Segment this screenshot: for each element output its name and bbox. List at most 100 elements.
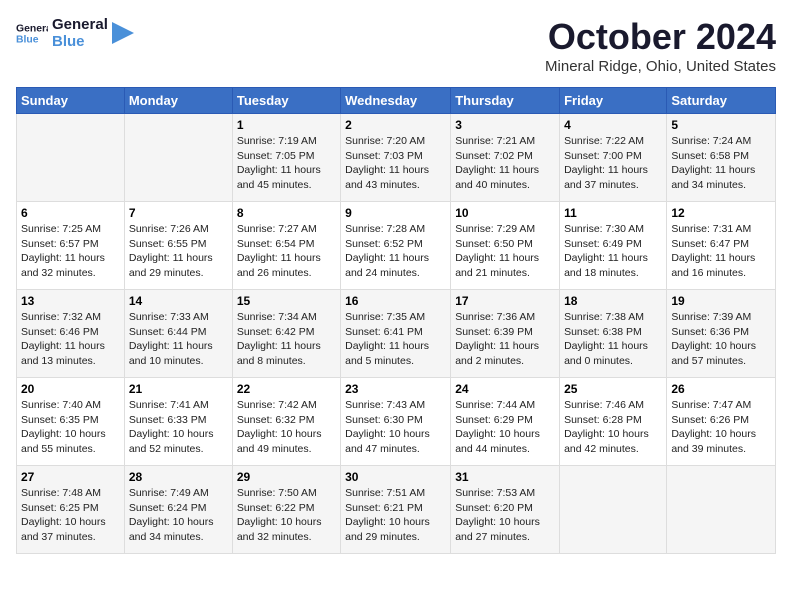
day-info: Sunrise: 7:21 AMSunset: 7:02 PMDaylight:… (455, 134, 555, 193)
day-number: 21 (129, 382, 228, 396)
day-number: 31 (455, 470, 555, 484)
day-info: Sunrise: 7:47 AMSunset: 6:26 PMDaylight:… (671, 398, 771, 457)
day-number: 23 (345, 382, 446, 396)
day-info: Sunrise: 7:46 AMSunset: 6:28 PMDaylight:… (564, 398, 662, 457)
day-info: Sunrise: 7:28 AMSunset: 6:52 PMDaylight:… (345, 222, 446, 281)
day-info: Sunrise: 7:29 AMSunset: 6:50 PMDaylight:… (455, 222, 555, 281)
calendar-cell: 27Sunrise: 7:48 AMSunset: 6:25 PMDayligh… (17, 466, 125, 554)
day-info: Sunrise: 7:19 AMSunset: 7:05 PMDaylight:… (237, 134, 336, 193)
day-number: 18 (564, 294, 662, 308)
logo-text-blue: Blue (52, 33, 108, 50)
calendar-cell (560, 466, 667, 554)
weekday-header-friday: Friday (560, 88, 667, 114)
day-info: Sunrise: 7:42 AMSunset: 6:32 PMDaylight:… (237, 398, 336, 457)
month-title: October 2024 (545, 16, 776, 58)
logo: General Blue General Blue (16, 16, 134, 51)
weekday-header-monday: Monday (124, 88, 232, 114)
calendar-week-row: 27Sunrise: 7:48 AMSunset: 6:25 PMDayligh… (17, 466, 776, 554)
calendar-table: SundayMondayTuesdayWednesdayThursdayFrid… (16, 87, 776, 554)
day-number: 20 (21, 382, 120, 396)
day-number: 11 (564, 206, 662, 220)
calendar-cell: 17 Sunrise: 7:36 AMSunset: 6:39 PMDayligh… (451, 290, 560, 378)
day-info: Sunrise: 7:43 AMSunset: 6:30 PMDaylight:… (345, 398, 446, 457)
calendar-cell: 12 Sunrise: 7:31 AMSunset: 6:47 PMDayligh… (667, 202, 776, 290)
day-number: 22 (237, 382, 336, 396)
day-number: 2 (345, 118, 446, 132)
calendar-cell: 10 Sunrise: 7:29 AMSunset: 6:50 PMDayligh… (451, 202, 560, 290)
day-info: Sunrise: 7:50 AMSunset: 6:22 PMDaylight:… (237, 486, 336, 545)
day-number: 6 (21, 206, 120, 220)
day-info: Sunrise: 7:53 AMSunset: 6:20 PMDaylight:… (455, 486, 555, 545)
logo-triangle-icon (112, 22, 134, 44)
calendar-cell: 13 Sunrise: 7:32 AMSunset: 6:46 PMDayligh… (17, 290, 125, 378)
calendar-cell: 15Sunrise: 7:34 AMSunset: 6:42 PMDayligh… (232, 290, 340, 378)
calendar-cell: 7Sunrise: 7:26 AMSunset: 6:55 PMDaylight… (124, 202, 232, 290)
calendar-cell: 4 Sunrise: 7:22 AMSunset: 7:00 PMDaylight… (560, 114, 667, 202)
day-info: Sunrise: 7:31 AMSunset: 6:47 PMDaylight:… (671, 222, 771, 281)
weekday-header-tuesday: Tuesday (232, 88, 340, 114)
weekday-header-thursday: Thursday (451, 88, 560, 114)
day-info: Sunrise: 7:22 AMSunset: 7:00 PMDaylight:… (564, 134, 662, 193)
day-number: 29 (237, 470, 336, 484)
day-info: Sunrise: 7:20 AMSunset: 7:03 PMDaylight:… (345, 134, 446, 193)
calendar-cell: 31 Sunrise: 7:53 AMSunset: 6:20 PMDayligh… (451, 466, 560, 554)
day-info: Sunrise: 7:41 AMSunset: 6:33 PMDaylight:… (129, 398, 228, 457)
calendar-cell: 1 Sunrise: 7:19 AMSunset: 7:05 PMDaylight… (232, 114, 340, 202)
day-info: Sunrise: 7:36 AMSunset: 6:39 PMDaylight:… (455, 310, 555, 369)
day-info: Sunrise: 7:27 AMSunset: 6:54 PMDaylight:… (237, 222, 336, 281)
day-number: 9 (345, 206, 446, 220)
day-number: 13 (21, 294, 120, 308)
day-info: Sunrise: 7:33 AMSunset: 6:44 PMDaylight:… (129, 310, 228, 369)
day-info: Sunrise: 7:49 AMSunset: 6:24 PMDaylight:… (129, 486, 228, 545)
calendar-cell: 22 Sunrise: 7:42 AMSunset: 6:32 PMDayligh… (232, 378, 340, 466)
calendar-week-row: 13 Sunrise: 7:32 AMSunset: 6:46 PMDayligh… (17, 290, 776, 378)
weekday-header-wednesday: Wednesday (341, 88, 451, 114)
calendar-cell: 11Sunrise: 7:30 AMSunset: 6:49 PMDayligh… (560, 202, 667, 290)
calendar-cell: 8 Sunrise: 7:27 AMSunset: 6:54 PMDaylight… (232, 202, 340, 290)
day-number: 7 (129, 206, 228, 220)
day-info: Sunrise: 7:32 AMSunset: 6:46 PMDaylight:… (21, 310, 120, 369)
day-number: 4 (564, 118, 662, 132)
day-info: Sunrise: 7:24 AMSunset: 6:58 PMDaylight:… (671, 134, 771, 193)
weekday-header-row: SundayMondayTuesdayWednesdayThursdayFrid… (17, 88, 776, 114)
day-number: 25 (564, 382, 662, 396)
day-number: 26 (671, 382, 771, 396)
calendar-cell: 19Sunrise: 7:39 AMSunset: 6:36 PMDayligh… (667, 290, 776, 378)
calendar-cell (667, 466, 776, 554)
calendar-cell: 3Sunrise: 7:21 AMSunset: 7:02 PMDaylight… (451, 114, 560, 202)
calendar-cell: 30 Sunrise: 7:51 AMSunset: 6:21 PMDayligh… (341, 466, 451, 554)
day-number: 10 (455, 206, 555, 220)
title-block: October 2024 Mineral Ridge, Ohio, United… (545, 16, 776, 75)
svg-text:General: General (16, 24, 48, 35)
calendar-cell: 28Sunrise: 7:49 AMSunset: 6:24 PMDayligh… (124, 466, 232, 554)
calendar-cell: 25 Sunrise: 7:46 AMSunset: 6:28 PMDayligh… (560, 378, 667, 466)
calendar-cell: 9 Sunrise: 7:28 AMSunset: 6:52 PMDaylight… (341, 202, 451, 290)
calendar-cell: 5 Sunrise: 7:24 AMSunset: 6:58 PMDaylight… (667, 114, 776, 202)
day-number: 16 (345, 294, 446, 308)
day-info: Sunrise: 7:48 AMSunset: 6:25 PMDaylight:… (21, 486, 120, 545)
day-number: 8 (237, 206, 336, 220)
day-number: 5 (671, 118, 771, 132)
calendar-cell: 26 Sunrise: 7:47 AMSunset: 6:26 PMDayligh… (667, 378, 776, 466)
weekday-header-sunday: Sunday (17, 88, 125, 114)
day-number: 12 (671, 206, 771, 220)
calendar-cell: 16Sunrise: 7:35 AMSunset: 6:41 PMDayligh… (341, 290, 451, 378)
day-number: 30 (345, 470, 446, 484)
logo-text-general: General (52, 16, 108, 33)
day-info: Sunrise: 7:51 AMSunset: 6:21 PMDaylight:… (345, 486, 446, 545)
day-number: 15 (237, 294, 336, 308)
calendar-week-row: 20Sunrise: 7:40 AMSunset: 6:35 PMDayligh… (17, 378, 776, 466)
day-info: Sunrise: 7:38 AMSunset: 6:38 PMDaylight:… (564, 310, 662, 369)
calendar-cell: 14 Sunrise: 7:33 AMSunset: 6:44 PMDayligh… (124, 290, 232, 378)
calendar-cell: 24Sunrise: 7:44 AMSunset: 6:29 PMDayligh… (451, 378, 560, 466)
day-info: Sunrise: 7:39 AMSunset: 6:36 PMDaylight:… (671, 310, 771, 369)
location: Mineral Ridge, Ohio, United States (545, 58, 776, 75)
svg-text:Blue: Blue (16, 35, 39, 46)
weekday-header-saturday: Saturday (667, 88, 776, 114)
day-number: 17 (455, 294, 555, 308)
logo-icon: General Blue (16, 17, 48, 49)
day-number: 1 (237, 118, 336, 132)
day-number: 14 (129, 294, 228, 308)
calendar-week-row: 6Sunrise: 7:25 AMSunset: 6:57 PMDaylight… (17, 202, 776, 290)
day-number: 24 (455, 382, 555, 396)
